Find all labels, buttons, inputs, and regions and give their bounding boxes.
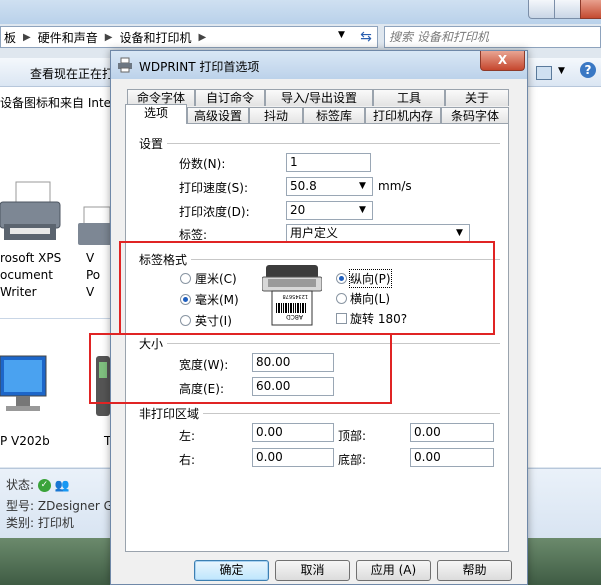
- print-speed-label: 打印速度(S):: [179, 181, 249, 195]
- chevron-down-icon[interactable]: ▼: [355, 203, 370, 218]
- status-row: 状态: ✓ 👥: [6, 478, 70, 492]
- print-speed-select[interactable]: 50.8 ▼: [286, 177, 373, 196]
- tab-printer-memory[interactable]: 打印机内存: [365, 107, 441, 124]
- right-margin-input[interactable]: 0.00: [252, 448, 334, 467]
- bottom-margin-label: 底部:: [338, 453, 367, 467]
- address-bar[interactable]: 板 ▶ 硬件和声音 ▶ 设备和打印机 ▶: [0, 26, 378, 48]
- section-header: 设备图标和来自 Inter: [0, 96, 116, 110]
- cancel-button[interactable]: 取消: [275, 560, 350, 581]
- help-icon[interactable]: ?: [580, 62, 596, 78]
- tab-tools[interactable]: 工具: [373, 89, 445, 106]
- tab-about[interactable]: 关于: [445, 89, 509, 106]
- tab-dithering[interactable]: 抖动: [249, 107, 303, 124]
- tab-label-library[interactable]: 标签库: [303, 107, 365, 124]
- breadcrumb-item[interactable]: 硬件和声音: [35, 29, 101, 46]
- chevron-down-icon[interactable]: ▼: [452, 226, 467, 241]
- explorer-maximize-button[interactable]: [554, 0, 582, 19]
- status-ok-icon: ✓: [37, 479, 51, 492]
- device-label[interactable]: rosoft XPS ocument Writer: [0, 250, 61, 301]
- apply-button[interactable]: 应用 (A): [356, 560, 431, 581]
- dialog-close-button[interactable]: X: [480, 51, 525, 71]
- search-input[interactable]: 搜索 设备和打印机: [384, 26, 601, 48]
- left-margin-label: 左:: [179, 429, 196, 443]
- command-link[interactable]: 查看现在正在打: [30, 65, 114, 82]
- right-margin-label: 右:: [179, 453, 196, 467]
- copies-label: 份数(N):: [179, 157, 226, 171]
- explorer-minimize-button[interactable]: [528, 0, 556, 19]
- highlight-box-label-format: [119, 241, 495, 335]
- printer-icon[interactable]: [78, 205, 112, 251]
- view-icon[interactable]: [536, 66, 552, 80]
- breadcrumb-separator-icon[interactable]: ▶: [194, 32, 210, 43]
- breadcrumb-separator-icon[interactable]: ▶: [101, 32, 117, 43]
- printer-icon: [118, 57, 132, 73]
- explorer-title-bar: [0, 0, 601, 24]
- copies-input[interactable]: 1: [286, 153, 371, 172]
- tab-options[interactable]: 选项: [125, 104, 187, 124]
- left-margin-input[interactable]: 0.00: [252, 423, 334, 442]
- device-label[interactable]: P V202b: [0, 433, 50, 450]
- settings-section-title: 设置: [139, 135, 168, 152]
- top-margin-input[interactable]: 0.00: [410, 423, 494, 442]
- tab-barcode-font[interactable]: 条码字体: [441, 107, 509, 124]
- tab-import-export[interactable]: 导入/导出设置: [265, 89, 373, 106]
- printer-icon[interactable]: [0, 180, 62, 246]
- tab-custom-command[interactable]: 自订命令: [195, 89, 265, 106]
- print-density-label: 打印浓度(D):: [179, 205, 250, 219]
- highlight-box-size: [89, 333, 392, 404]
- users-icon: 👥: [54, 478, 70, 492]
- help-button[interactable]: 帮助: [437, 560, 512, 581]
- ok-button[interactable]: 确定: [194, 560, 269, 581]
- view-dropdown-icon[interactable]: ▼: [558, 66, 565, 76]
- monitor-icon[interactable]: [0, 352, 50, 422]
- breadcrumb-separator-icon[interactable]: ▶: [19, 32, 35, 43]
- refresh-icon[interactable]: ⇆: [356, 28, 376, 46]
- divider: [0, 318, 120, 319]
- category-row: 类别: 打印机: [6, 516, 74, 530]
- breadcrumb-item[interactable]: 设备和打印机: [116, 29, 194, 46]
- device-label[interactable]: V Po V: [86, 250, 100, 301]
- speed-unit-label: mm/s: [378, 179, 412, 193]
- address-dropdown-icon[interactable]: ▼: [338, 30, 345, 40]
- bottom-margin-input[interactable]: 0.00: [410, 448, 494, 467]
- print-density-select[interactable]: 20 ▼: [286, 201, 373, 220]
- section-divider: [162, 143, 500, 144]
- breadcrumb-item[interactable]: 板: [1, 29, 19, 46]
- dialog-title: WDPRINT 打印首选项: [139, 60, 260, 74]
- section-divider: [200, 413, 500, 414]
- top-margin-label: 顶部:: [338, 429, 367, 443]
- tab-advanced[interactable]: 高级设置: [187, 107, 249, 124]
- explorer-close-button[interactable]: [580, 0, 601, 19]
- model-row: 型号: ZDesigner G: [6, 499, 113, 513]
- chevron-down-icon[interactable]: ▼: [355, 179, 370, 194]
- unprintable-area-section-title: 非打印区域: [139, 405, 204, 422]
